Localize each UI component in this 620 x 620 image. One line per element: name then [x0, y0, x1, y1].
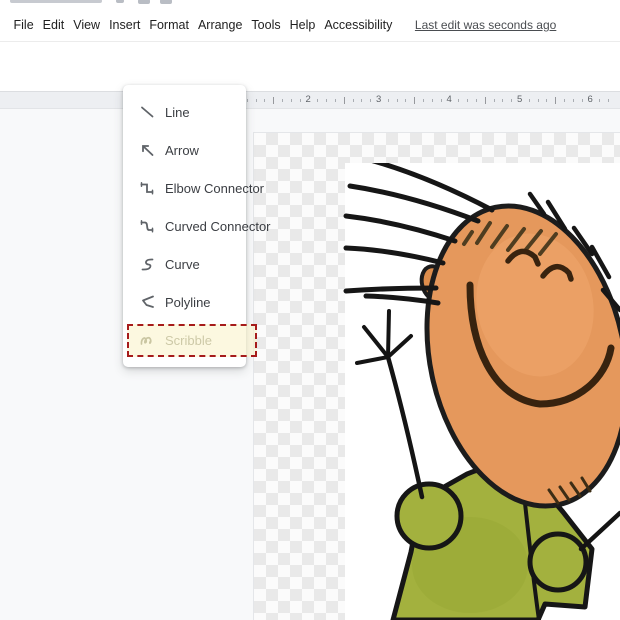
menu-item-curve[interactable]: Curve	[123, 245, 246, 283]
curve-icon	[141, 258, 154, 271]
menu-file[interactable]: File	[9, 15, 38, 35]
elbow-connector-icon	[140, 182, 154, 195]
menu-accessibility[interactable]: Accessibility	[320, 15, 397, 35]
menu-item-label: Curve	[165, 256, 200, 272]
menu-item-label: Line	[165, 104, 190, 120]
menu-item-label: Elbow Connector	[165, 180, 264, 196]
workspace	[0, 109, 620, 620]
ruler-tick	[387, 99, 389, 102]
scribble-icon	[140, 336, 152, 345]
ruler-tick	[273, 97, 275, 104]
clipped-title-remnant	[10, 0, 102, 3]
ruler-tick	[405, 99, 407, 102]
ruler-tick	[511, 99, 513, 102]
menu-item-label: Scribble	[165, 332, 212, 348]
menu-format[interactable]: Format	[145, 15, 194, 35]
ruler-tick	[264, 99, 266, 102]
menu-item-elbow-connector[interactable]: Elbow Connector	[123, 169, 264, 207]
ruler-tick	[396, 99, 398, 102]
ruler-tick	[423, 99, 425, 102]
cartoon-left-shoulder	[394, 481, 464, 551]
ruler-tick	[484, 97, 486, 104]
ruler-tick	[608, 99, 610, 102]
ruler-tick	[299, 99, 301, 102]
ruler-tick	[352, 99, 354, 102]
last-edit-status-link[interactable]: Last edit was seconds ago	[415, 18, 556, 32]
ruler-tick	[282, 99, 284, 102]
ruler-tick	[502, 99, 504, 102]
cartoon-right-shoulder	[527, 531, 589, 593]
curved-connector-icon	[140, 220, 154, 233]
ruler-ticks: 123456	[0, 92, 620, 108]
polyline-icon	[142, 295, 154, 308]
menu-tools[interactable]: Tools	[247, 15, 285, 35]
ruler-tick	[537, 99, 539, 102]
menu-edit[interactable]: Edit	[38, 15, 69, 35]
menu-view[interactable]: View	[69, 15, 105, 35]
menu-item-curved-connector[interactable]: Curved Connector	[123, 207, 271, 245]
ruler-tick	[581, 99, 583, 102]
ruler-tick	[528, 99, 530, 102]
ruler-tick	[467, 99, 469, 102]
menu-item-label: Curved Connector	[165, 218, 271, 234]
line-icon	[141, 106, 154, 118]
clipped-folder-icon	[138, 0, 150, 4]
ruler-tick	[290, 99, 292, 102]
drawing-canvas[interactable]	[253, 132, 620, 620]
ruler-tick	[317, 99, 319, 102]
menu-item-line[interactable]: Line	[123, 93, 246, 131]
ruler-inch-label: 5	[517, 94, 523, 105]
ruler-tick	[370, 99, 372, 102]
ruler-inch-label: 2	[305, 94, 311, 105]
ruler-tick	[475, 99, 477, 102]
ruler-tick	[334, 99, 336, 102]
clipped-status-icon	[160, 0, 172, 4]
menu-item-polyline[interactable]: Polyline	[123, 283, 246, 321]
ruler-tick	[326, 99, 328, 102]
ruler-tick	[458, 99, 460, 102]
ruler-tick	[493, 99, 495, 102]
menu-item-label: Arrow	[165, 142, 199, 158]
ruler-tick	[572, 99, 574, 102]
ruler-tick	[431, 99, 433, 102]
menu-bar: File Edit View Insert Format Arrange Too…	[0, 9, 620, 42]
ruler-inch-label: 6	[587, 94, 593, 105]
ruler-inch-label: 3	[376, 94, 382, 105]
toolbar	[0, 42, 620, 124]
ruler-tick	[599, 99, 601, 102]
arrow-icon	[142, 145, 154, 156]
ruler-tick	[564, 99, 566, 102]
horizontal-ruler: 123456	[0, 91, 620, 109]
menu-arrange[interactable]: Arrange	[193, 15, 246, 35]
google-drawings-app: File Edit View Insert Format Arrange Too…	[0, 0, 620, 620]
menu-item-label: Polyline	[165, 294, 211, 310]
ruler-inch-label: 4	[446, 94, 452, 105]
ruler-tick	[546, 99, 548, 102]
ruler-tick	[414, 97, 416, 104]
ruler-tick	[440, 99, 442, 102]
ruler-tick	[555, 97, 557, 104]
menu-item-arrow[interactable]: Arrow	[123, 131, 246, 169]
clipped-star-icon	[116, 0, 124, 3]
ruler-tick	[343, 97, 345, 104]
cartoon-drawing	[343, 163, 620, 620]
menu-insert[interactable]: Insert	[105, 15, 145, 35]
ruler-tick	[255, 99, 257, 102]
menu-item-scribble[interactable]: Scribble	[123, 321, 246, 359]
line-tool-dropdown-menu: Line Arrow Elbow Connector Curved Connec…	[123, 85, 271, 367]
ruler-tick	[361, 99, 363, 102]
menu-help[interactable]: Help	[285, 15, 320, 35]
ruler-tick	[246, 99, 248, 102]
clipped-title-bar	[0, 0, 620, 9]
